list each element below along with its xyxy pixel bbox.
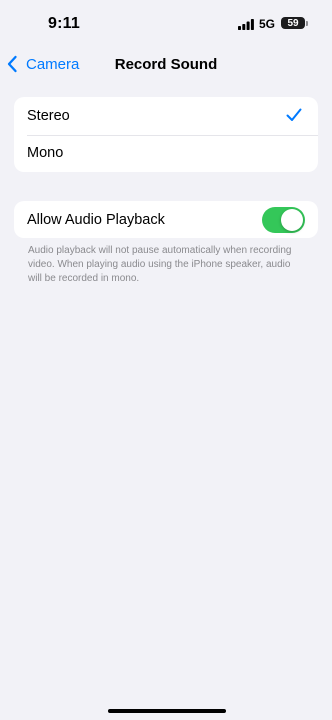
option-label: Mono [27, 145, 64, 162]
battery-tip [306, 21, 308, 26]
status-time: 9:11 [48, 15, 80, 32]
toggle-knob [281, 209, 303, 231]
signal-bars-icon [238, 19, 254, 30]
allow-audio-playback-label: Allow Audio Playback [27, 211, 165, 228]
audio-playback-footer: Audio playback will not pause automatica… [28, 245, 292, 284]
allow-audio-playback-toggle[interactable] [262, 207, 305, 233]
sound-options-group: Stereo Mono [14, 97, 318, 172]
battery-level: 59 [287, 17, 299, 29]
home-indicator[interactable] [108, 709, 226, 713]
option-label: Stereo [27, 107, 70, 124]
checkmark-icon [286, 108, 302, 121]
network-label: 5G [259, 17, 276, 31]
audio-playback-group: Allow Audio Playback [14, 201, 318, 238]
battery-icon: 59 [281, 17, 305, 29]
option-stereo[interactable]: Stereo [14, 97, 318, 135]
status-bar: 9:11 5G 59 [0, 0, 332, 48]
page-title: Record Sound [114, 56, 218, 73]
allow-audio-playback-row: Allow Audio Playback [14, 201, 318, 238]
option-mono[interactable]: Mono [14, 134, 318, 173]
navigation-bar: Camera Record Sound [0, 48, 332, 80]
